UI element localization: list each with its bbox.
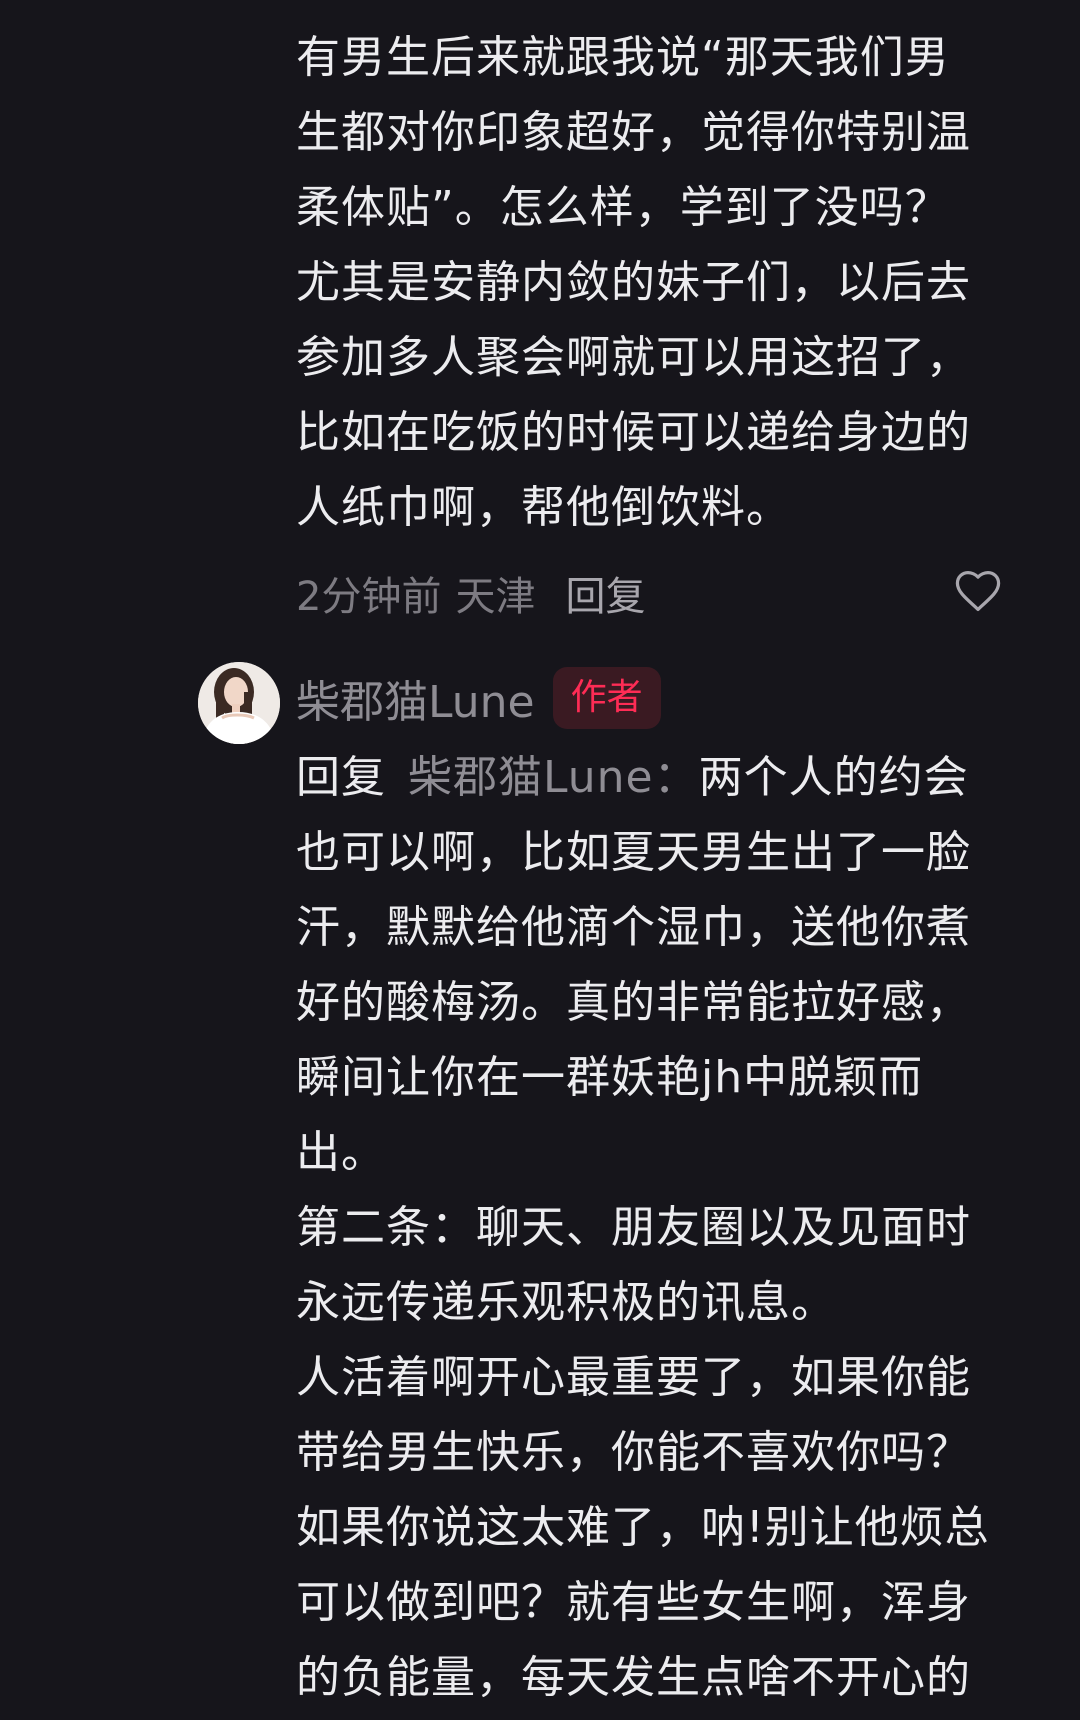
comment-line: 好的酸梅汤。真的非常能拉好感， bbox=[296, 977, 971, 1028]
like-button[interactable] bbox=[952, 565, 1004, 617]
comment-line: 参加多人聚会啊就可以用这招了， bbox=[296, 332, 971, 383]
comment-line: 可以做到吧？就有些女生啊，浑身 bbox=[296, 1577, 971, 1628]
comment-line: 生都对你印象超好，觉得你特别温 bbox=[296, 107, 971, 158]
comment-line: 第二条：聊天、朋友圈以及见面时 bbox=[296, 1202, 971, 1253]
comment-line: 的负能量，每天发生点啥不开心的 bbox=[296, 1652, 971, 1703]
comment-body: 有男生后来就跟我说“那天我们男 生都对你印象超好，觉得你特别温 柔体贴”。怎么样… bbox=[296, 20, 1036, 545]
comment-line: 比如在吃饭的时候可以递给身边的 bbox=[296, 407, 971, 458]
comment-line: 瞬间让你在一群妖艳jh中脱颖而 bbox=[296, 1052, 924, 1103]
comment-line: 汗，默默给他滴个湿巾，送他你煮 bbox=[296, 902, 971, 953]
comment-location: 天津 bbox=[455, 574, 536, 620]
comment-line: 也可以啊，比如夏天男生出了一脸 bbox=[296, 827, 971, 878]
user-avatar-photo bbox=[198, 662, 280, 744]
reply-first-line: 回复 柴郡猫Lune：两个人的约会 bbox=[296, 740, 1036, 815]
author-name[interactable]: 柴郡猫Lune bbox=[296, 666, 535, 730]
comment-timestamp: 2分钟前 bbox=[296, 574, 442, 620]
comment-line: 如果你说这太难了，呐!别让他烦总 bbox=[296, 1502, 990, 1553]
reply-prefix: 回复 bbox=[296, 752, 386, 803]
comment-line: 尤其是安静内敛的妹子们，以后去 bbox=[296, 257, 971, 308]
avatar[interactable] bbox=[198, 662, 280, 744]
comment-header: 柴郡猫Lune 作者 bbox=[296, 660, 661, 736]
comment-line: 人纸巾啊，帮他倒饮料。 bbox=[296, 482, 791, 533]
comment-meta: 2分钟前 天津 回复 bbox=[296, 560, 1016, 626]
comment-line: 永远传递乐观积极的讯息。 bbox=[296, 1277, 836, 1328]
comment-line: 有男生后来就跟我说“那天我们男 bbox=[296, 32, 950, 83]
comment-thread: 有男生后来就跟我说“那天我们男 生都对你印象超好，觉得你特别温 柔体贴”。怎么样… bbox=[0, 0, 1080, 1720]
author-badge: 作者 bbox=[552, 667, 661, 729]
reply-button[interactable]: 回复 bbox=[565, 564, 645, 622]
comment-line: 柔体贴”。怎么样，学到了没吗？ bbox=[296, 182, 950, 233]
reply-target[interactable]: 柴郡猫Lune： bbox=[408, 752, 699, 803]
comment-line: 带给男生快乐，你能不喜欢你吗？ bbox=[296, 1427, 971, 1478]
reply-first-line-text: 两个人的约会 bbox=[698, 752, 969, 803]
reply-body: 回复 柴郡猫Lune：两个人的约会 也可以啊，比如夏天男生出了一脸 汗，默默给他滴… bbox=[296, 740, 1036, 1715]
comment-line: 出。 bbox=[296, 1127, 386, 1178]
comment-line: 人活着啊开心最重要了，如果你能 bbox=[296, 1352, 971, 1403]
heart-outline-icon bbox=[955, 570, 1001, 612]
